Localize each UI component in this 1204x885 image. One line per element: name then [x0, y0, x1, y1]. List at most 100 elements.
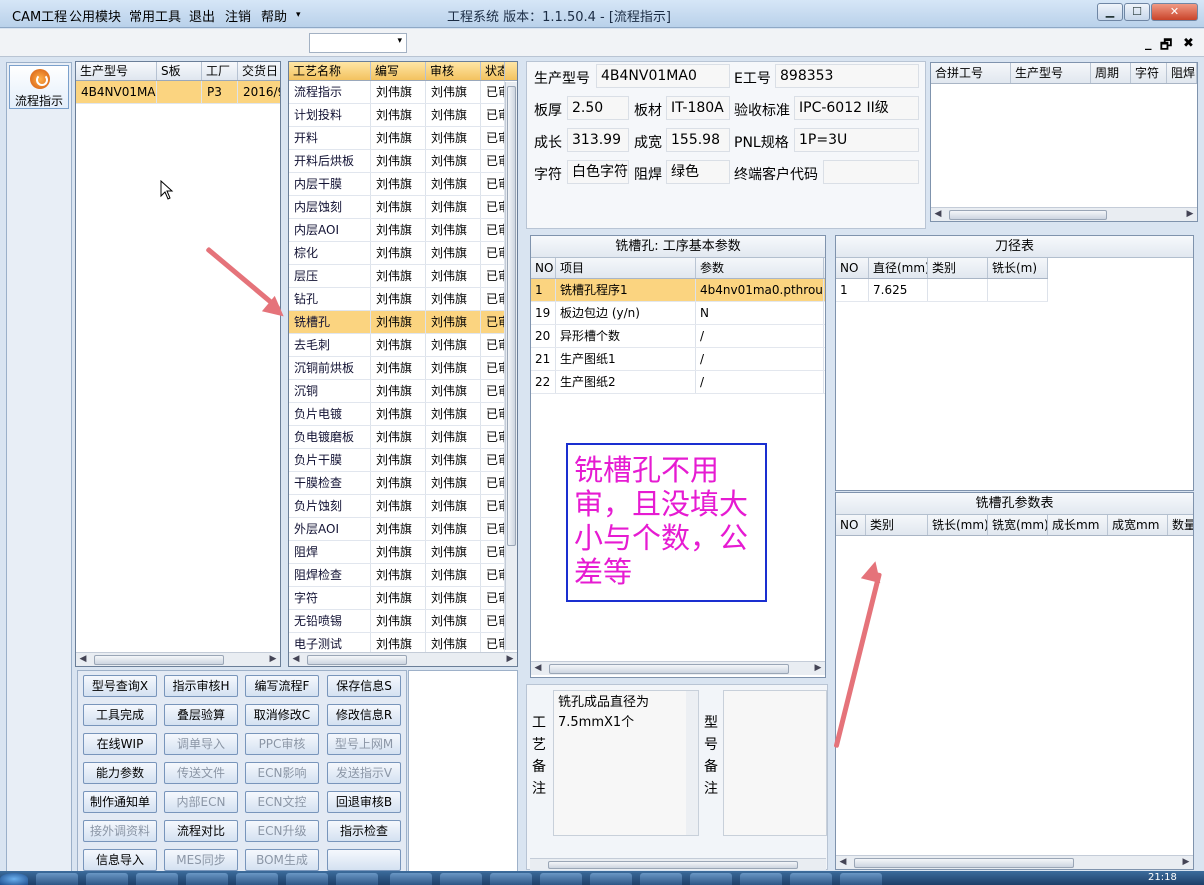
- col-mask[interactable]: 阻焊: [1167, 63, 1197, 83]
- action-button-3-1[interactable]: 传送文件: [164, 762, 238, 784]
- scroll-thumb[interactable]: [307, 655, 407, 665]
- menu-help[interactable]: 帮助: [261, 6, 287, 25]
- length-field[interactable]: 313.99: [567, 128, 629, 152]
- start-button[interactable]: [0, 873, 28, 885]
- action-button-4-3[interactable]: 回退审核B: [327, 791, 401, 813]
- taskbar-item[interactable]: [36, 873, 78, 885]
- taskbar-item[interactable]: [690, 873, 732, 885]
- col-finish-length[interactable]: 成长mm: [1048, 515, 1108, 535]
- standard-field[interactable]: IPC-6012 II级: [794, 96, 919, 120]
- scroll-right-icon[interactable]: ▶: [1183, 208, 1197, 221]
- taskbar-item[interactable]: [440, 873, 482, 885]
- table-row[interactable]: 22 生产图纸2/: [531, 371, 825, 394]
- table-row[interactable]: 19 板边包边 (y/n) N: [531, 302, 825, 325]
- table-row[interactable]: 沉铜前烘板刘伟旗刘伟旗已审: [289, 357, 517, 380]
- table-row[interactable]: 字符刘伟旗刘伟旗已审: [289, 587, 517, 610]
- table-row[interactable]: 负片电镀刘伟旗刘伟旗已审: [289, 403, 517, 426]
- action-button-5-3[interactable]: 指示检查: [327, 820, 401, 842]
- taskbar-item[interactable]: [840, 873, 882, 885]
- table-row[interactable]: 流程指示刘伟旗刘伟旗已审: [289, 81, 517, 104]
- scroll-thumb[interactable]: [949, 210, 1107, 220]
- mask-field[interactable]: 绿色: [666, 160, 730, 184]
- action-button-4-2[interactable]: ECN文控: [245, 791, 319, 813]
- combine-grid-hscroll[interactable]: ◀ ▶: [931, 207, 1197, 221]
- scroll-right-icon[interactable]: ▶: [811, 662, 825, 675]
- action-button-1-0[interactable]: 工具完成: [83, 704, 157, 726]
- width-field[interactable]: 155.98: [666, 128, 730, 152]
- process-grid-vscroll[interactable]: [505, 82, 517, 650]
- model-field[interactable]: 4B4NV01MA0: [596, 64, 730, 88]
- action-button-0-1[interactable]: 指示审核H: [164, 675, 238, 697]
- col-delivery[interactable]: 交货日: [238, 62, 280, 80]
- action-button-0-2[interactable]: 编写流程F: [245, 675, 319, 697]
- char-field[interactable]: 白色字符: [567, 160, 629, 184]
- process-grid-hscroll[interactable]: ◀ ▶: [289, 652, 517, 666]
- table-row[interactable]: 无铅喷锡刘伟旗刘伟旗已审: [289, 610, 517, 633]
- scroll-left-icon[interactable]: ◀: [289, 653, 303, 666]
- col-mill-length[interactable]: 铣长(m): [988, 258, 1048, 278]
- col-char[interactable]: 字符: [1131, 63, 1167, 83]
- action-button-5-2[interactable]: ECN升级: [245, 820, 319, 842]
- remarks-hscroll[interactable]: [530, 858, 826, 870]
- taskbar-item[interactable]: [86, 873, 128, 885]
- minimize-button[interactable]: ▁: [1097, 3, 1123, 21]
- action-button-2-1[interactable]: 调单导入: [164, 733, 238, 755]
- table-row[interactable]: 内层蚀刻刘伟旗刘伟旗已审: [289, 196, 517, 219]
- col-param[interactable]: 参数: [696, 258, 824, 278]
- menu-exit[interactable]: 退出: [189, 6, 215, 25]
- action-button-2-0[interactable]: 在线WIP: [83, 733, 157, 755]
- col-model[interactable]: 生产型号: [1011, 63, 1091, 83]
- table-row[interactable]: 开料后烘板刘伟旗刘伟旗已审: [289, 150, 517, 173]
- pnl-field[interactable]: 1P=3U: [794, 128, 919, 152]
- action-button-2-2[interactable]: PPC审核: [245, 733, 319, 755]
- action-button-3-0[interactable]: 能力参数: [83, 762, 157, 784]
- menu-common-modules[interactable]: 公用模块: [69, 6, 121, 25]
- table-row[interactable]: 去毛刺刘伟旗刘伟旗已审: [289, 334, 517, 357]
- table-row[interactable]: 钻孔刘伟旗刘伟旗已审: [289, 288, 517, 311]
- action-button-1-1[interactable]: 叠层验算: [164, 704, 238, 726]
- col-no[interactable]: NO: [836, 258, 869, 278]
- table-row[interactable]: 4B4NV01MA0P32016/9: [76, 81, 280, 104]
- taskbar-item[interactable]: [490, 873, 532, 885]
- table-row[interactable]: 干膜检查刘伟旗刘伟旗已审: [289, 472, 517, 495]
- action-button-6-2[interactable]: BOM生成: [245, 849, 319, 871]
- model-remark-text[interactable]: [723, 690, 827, 836]
- col-quantity[interactable]: 数量: [1168, 515, 1193, 535]
- scroll-right-icon[interactable]: ▶: [503, 653, 517, 666]
- col-combine-no[interactable]: 合拼工号: [931, 63, 1011, 83]
- taskbar-item[interactable]: [236, 873, 278, 885]
- e-number-field[interactable]: 898353: [775, 64, 919, 88]
- table-row[interactable]: 20 异形槽个数 /: [531, 325, 825, 348]
- action-button-0-3[interactable]: 保存信息S: [327, 675, 401, 697]
- scroll-left-icon[interactable]: ◀: [931, 208, 945, 221]
- col-no[interactable]: NO: [836, 515, 866, 535]
- process-remark-vscroll[interactable]: [686, 691, 698, 835]
- table-row[interactable]: 沉铜刘伟旗刘伟旗已审: [289, 380, 517, 403]
- table-row[interactable]: 计划投料刘伟旗刘伟旗已审: [289, 104, 517, 127]
- taskbar-item[interactable]: [186, 873, 228, 885]
- table-row[interactable]: 内层AOI刘伟旗刘伟旗已审: [289, 219, 517, 242]
- scroll-thumb[interactable]: [854, 858, 1074, 868]
- action-button-6-0[interactable]: 信息导入: [83, 849, 157, 871]
- action-button-2-3[interactable]: 型号上网M: [327, 733, 401, 755]
- material-field[interactable]: IT-180A: [666, 96, 730, 120]
- action-button-6-1[interactable]: MES同步: [164, 849, 238, 871]
- action-button-4-1[interactable]: 内部ECN: [164, 791, 238, 813]
- col-item[interactable]: 项目: [556, 258, 696, 278]
- table-row[interactable]: 1 铣槽孔程序1 4b4nv01ma0.pthrou: [531, 279, 825, 302]
- process-remark-text[interactable]: 铣孔成品直径为7.5mmX1个: [553, 690, 699, 836]
- scroll-right-icon[interactable]: ▶: [266, 653, 280, 666]
- table-row[interactable]: 阻焊检查刘伟旗刘伟旗已审: [289, 564, 517, 587]
- menu-tools[interactable]: 常用工具: [129, 6, 181, 25]
- menu-cam[interactable]: CAM工程: [12, 6, 67, 25]
- table-row[interactable]: 铣槽孔刘伟旗刘伟旗已审: [289, 311, 517, 334]
- taskbar-item[interactable]: [540, 873, 582, 885]
- table-row[interactable]: 开料刘伟旗刘伟旗已审: [289, 127, 517, 150]
- menu-logout[interactable]: 注销: [225, 6, 251, 25]
- col-model[interactable]: 生产型号: [76, 62, 157, 80]
- table-row[interactable]: 负片干膜刘伟旗刘伟旗已审: [289, 449, 517, 472]
- mdi-restore-button[interactable]: 🗗: [1160, 36, 1172, 58]
- help-dropdown-icon[interactable]: ▾: [296, 10, 301, 20]
- col-s-board[interactable]: S板: [157, 62, 202, 80]
- scroll-thumb[interactable]: [548, 861, 798, 869]
